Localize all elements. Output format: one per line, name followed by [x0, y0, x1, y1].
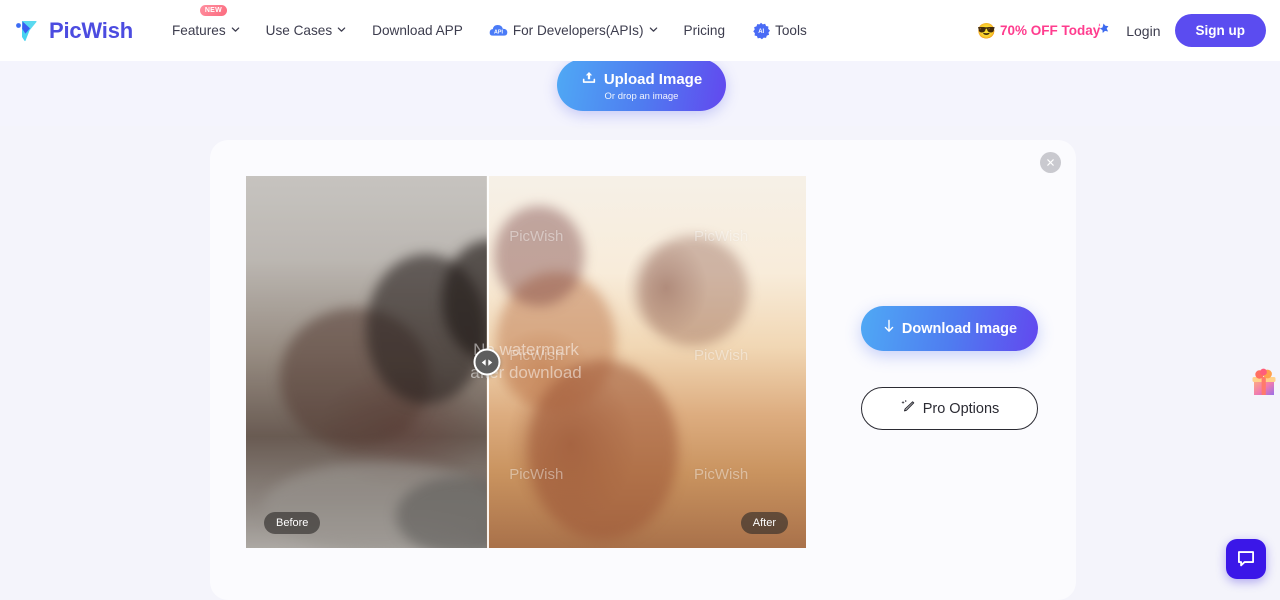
- gift-box-icon[interactable]: [1248, 366, 1278, 398]
- brand-logo[interactable]: PicWish: [12, 16, 133, 46]
- close-icon[interactable]: [1040, 152, 1061, 173]
- nav-item-tools[interactable]: AI Tools: [738, 15, 820, 46]
- brand-name: PicWish: [49, 18, 133, 44]
- upload-button-label: Upload Image: [604, 71, 702, 88]
- download-arrow-icon: [882, 319, 896, 338]
- upload-button-subtitle: Or drop an image: [605, 91, 679, 102]
- chat-bubble-icon: [1236, 549, 1256, 569]
- chevron-down-icon: [649, 25, 658, 34]
- picwish-bird-logo-icon: [12, 16, 42, 46]
- nav-item-pricing[interactable]: Pricing: [671, 17, 739, 44]
- nav-item-for-developers[interactable]: API For Developers(APIs): [476, 15, 671, 46]
- api-badge-icon: API: [489, 21, 508, 40]
- card-actions: Download Image Pro Options: [861, 306, 1038, 430]
- nav-right-group: 😎 70% OFF Today Login Sign up: [977, 14, 1266, 47]
- svg-text:API: API: [494, 29, 503, 35]
- signup-button[interactable]: Sign up: [1175, 14, 1267, 47]
- login-link[interactable]: Login: [1112, 17, 1174, 45]
- download-image-button[interactable]: Download Image: [861, 306, 1038, 351]
- sparkle-badge-icon: [1097, 22, 1110, 35]
- upload-image-button[interactable]: Upload Image Or drop an image: [557, 59, 726, 111]
- nav-label-features: Features: [172, 23, 226, 38]
- nav-menu: Features NEW Use Cases Download APP API …: [159, 15, 820, 46]
- upload-icon: [581, 70, 597, 89]
- chat-widget-button[interactable]: [1226, 539, 1266, 579]
- nav-label-pricing: Pricing: [684, 23, 726, 38]
- nav-item-features[interactable]: Features NEW: [159, 17, 253, 44]
- promo-label: 70% OFF Today: [1000, 23, 1100, 38]
- after-label: After: [741, 512, 788, 534]
- sunglasses-emoji-icon: 😎: [977, 22, 996, 40]
- magic-pencil-icon: [900, 399, 916, 419]
- before-label: Before: [264, 512, 320, 534]
- ai-badge-icon: AI: [751, 21, 770, 40]
- download-button-label: Download Image: [902, 321, 1017, 337]
- chevron-down-icon: [231, 25, 240, 34]
- nav-label-download-app: Download APP: [372, 23, 463, 38]
- pro-options-label: Pro Options: [923, 401, 1000, 417]
- upload-strip: Upload Image Or drop an image: [0, 61, 1280, 126]
- nav-label-tools: Tools: [775, 23, 807, 38]
- nav-label-for-developers: For Developers(APIs): [513, 23, 644, 38]
- chevron-down-icon: [337, 25, 346, 34]
- nav-item-download-app[interactable]: Download APP: [359, 17, 476, 44]
- nav-item-use-cases[interactable]: Use Cases: [253, 17, 359, 44]
- before-after-compare[interactable]: PicWish PicWish PicWish PicWish PicWish …: [246, 176, 806, 548]
- upload-button-row: Upload Image: [581, 70, 702, 89]
- nav-label-use-cases: Use Cases: [266, 23, 332, 38]
- pro-options-button[interactable]: Pro Options: [861, 387, 1038, 430]
- new-badge: NEW: [200, 5, 227, 16]
- compare-slider-handle[interactable]: [473, 349, 500, 376]
- svg-text:AI: AI: [758, 29, 764, 35]
- promo-offer[interactable]: 😎 70% OFF Today: [977, 22, 1112, 40]
- left-right-arrows-icon: [479, 357, 494, 367]
- top-navbar: PicWish Features NEW Use Cases Download …: [0, 0, 1280, 61]
- result-card: PicWish PicWish PicWish PicWish PicWish …: [210, 140, 1076, 600]
